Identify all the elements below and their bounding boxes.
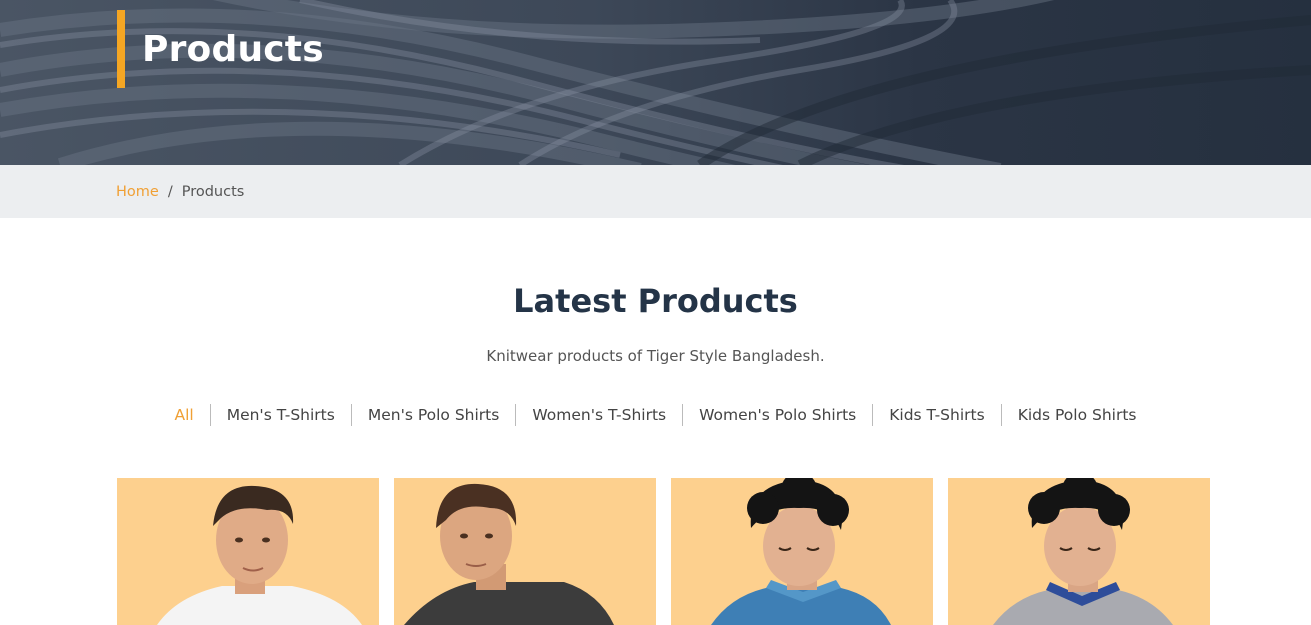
filter-womens-tshirts[interactable]: Women's T-Shirts [515,404,682,426]
product-image-model-blue-polo [711,478,891,625]
product-card[interactable] [948,478,1210,625]
section-subtitle: Knitwear products of Tiger Style Banglad… [486,347,825,365]
breadcrumb-current: Products [181,183,245,200]
filter-all[interactable]: All [158,404,209,426]
breadcrumb-bar: Home / Products [0,165,1311,218]
product-image-model-charcoal-tshirt [404,483,614,625]
filter-mens-tshirts[interactable]: Men's T-Shirts [209,404,351,426]
filter-kids-polo-shirts[interactable]: Kids Polo Shirts [1000,404,1153,426]
breadcrumb-home-link[interactable]: Home [116,184,159,200]
product-image-model-white-tshirt [157,485,362,625]
product-card[interactable] [394,478,656,625]
product-card[interactable] [117,478,379,625]
breadcrumb-separator: / [167,183,173,200]
breadcrumb: Home / Products [116,184,244,200]
page-title: Products [142,28,324,70]
product-filter-bar: All Men's T-Shirts Men's Polo Shirts Wom… [0,404,1311,426]
section-title: Latest Products [513,282,798,320]
product-image-model-grey-polo [993,478,1173,625]
filter-kids-tshirts[interactable]: Kids T-Shirts [872,404,1000,426]
filter-mens-polo-shirts[interactable]: Men's Polo Shirts [350,404,516,426]
page-hero: Products [0,0,1311,165]
hero-title-block: Products [117,10,324,88]
product-grid [117,478,1210,625]
product-card[interactable] [671,478,933,625]
filter-womens-polo-shirts[interactable]: Women's Polo Shirts [682,404,872,426]
